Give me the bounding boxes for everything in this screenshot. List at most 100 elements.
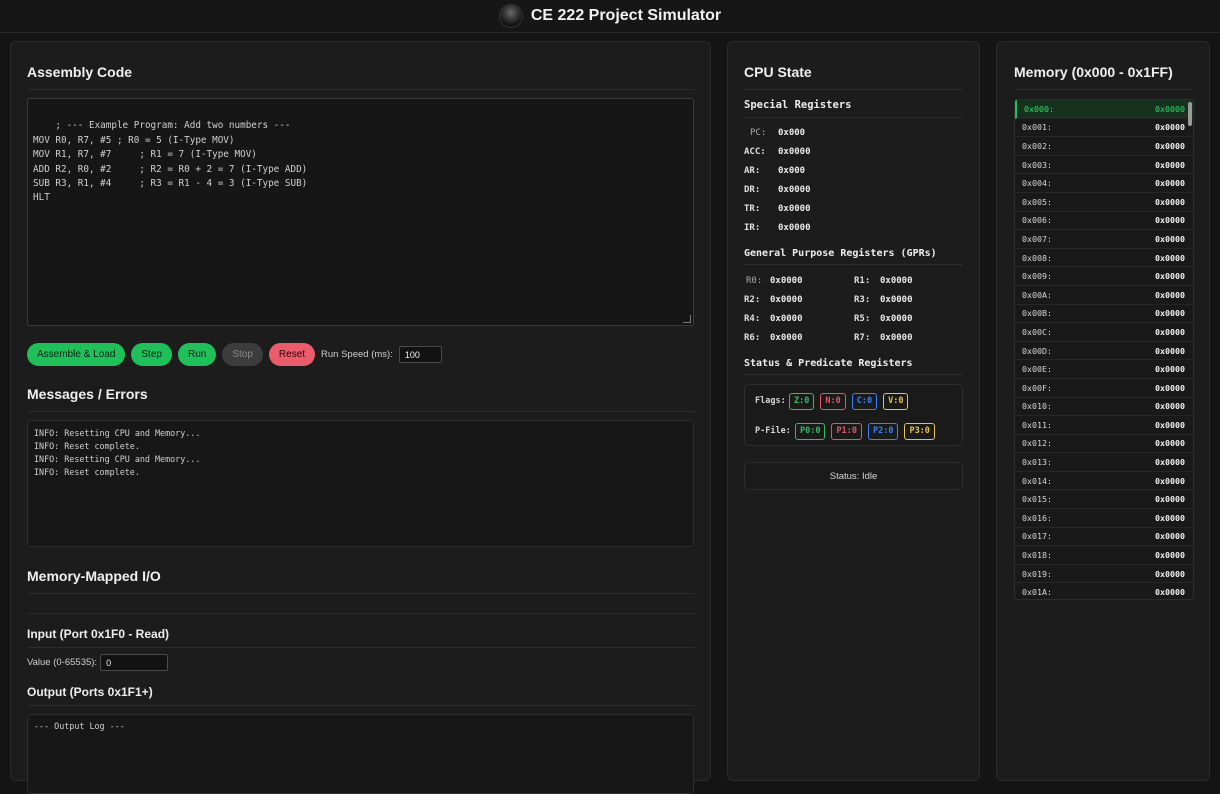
- input-value-field[interactable]: 0: [100, 654, 169, 671]
- gpr-value: 0x0000: [770, 313, 803, 324]
- register-value: 0x0000: [778, 222, 811, 233]
- gpr-value: 0x0000: [880, 332, 913, 343]
- memory-panel: Memory (0x000 - 0x1FF) 0x000: 0x0000 0x001…: [996, 41, 1210, 781]
- app-title: CE 222 Project Simulator: [530, 7, 722, 24]
- step-button[interactable]: Step: [131, 343, 172, 366]
- memory-address: 0x016:: [1022, 512, 1052, 523]
- assembly-code-text: ; --- Example Program: Add two numbers -…: [33, 120, 308, 204]
- memory-row: 0x00A: 0x0000: [1015, 286, 1193, 305]
- memory-row: 0x00B: 0x0000: [1015, 305, 1193, 324]
- reset-button[interactable]: Reset: [268, 343, 316, 366]
- memory-row: 0x00E: 0x0000: [1015, 360, 1193, 379]
- resize-grip-icon[interactable]: [683, 315, 691, 323]
- memory-address: 0x014:: [1022, 475, 1052, 486]
- memory-address: 0x006:: [1022, 215, 1052, 226]
- memory-value: 0x0000: [1155, 308, 1185, 319]
- gpr-r3: R3: 0x0000: [854, 290, 954, 309]
- memory-value: 0x0000: [1155, 475, 1185, 486]
- run-speed-input[interactable]: 100: [398, 346, 442, 363]
- assembly-panel: Assembly Code ; --- Example Program: Add…: [10, 41, 711, 794]
- io-divider: [27, 613, 694, 614]
- pfile-row: P-File: P0:0 P1:0 P2:0 P3:0: [755, 420, 952, 442]
- special-registers-title: Special Registers: [744, 99, 963, 118]
- stop-button[interactable]: Stop: [222, 343, 263, 366]
- register-ir: IR: 0x0000: [744, 218, 811, 237]
- memory-address: 0x00D:: [1022, 345, 1052, 356]
- memory-value: 0x0000: [1155, 178, 1185, 189]
- memory-value: 0x0000: [1155, 364, 1185, 375]
- gpr-name: R3:: [854, 294, 871, 305]
- status-indicator: Status: Idle: [744, 462, 963, 490]
- memory-address: 0x00C:: [1022, 326, 1052, 337]
- gpr-value: 0x0000: [770, 275, 803, 286]
- flag-c-chip: C:0: [851, 392, 878, 410]
- memory-value: 0x0000: [1155, 401, 1185, 412]
- register-name: TR:: [744, 203, 761, 214]
- logo-avatar-icon: [498, 4, 523, 28]
- register-value: 0x000: [778, 165, 806, 176]
- memory-row: 0x002: 0x0000: [1015, 137, 1193, 156]
- memory-address: 0x001:: [1022, 122, 1052, 133]
- memory-row: 0x016: 0x0000: [1015, 509, 1193, 528]
- memory-row: 0x003: 0x0000: [1015, 156, 1193, 175]
- pfile-p0-chip: P0:0: [795, 422, 826, 440]
- memory-value: 0x0000: [1155, 587, 1185, 598]
- memory-row: 0x011: 0x0000: [1015, 416, 1193, 435]
- memory-address: 0x012:: [1022, 438, 1052, 449]
- memory-row: 0x018: 0x0000: [1015, 546, 1193, 565]
- memory-row: 0x015: 0x0000: [1015, 490, 1193, 510]
- memory-value: 0x0000: [1155, 122, 1185, 133]
- memory-row: 0x008: 0x0000: [1015, 249, 1193, 268]
- memory-list[interactable]: 0x000: 0x0000 0x001: 0x0000 0x002: 0x0000 0x00…: [1014, 99, 1194, 600]
- input-port-title: Input (Port 0x1F0 - Read): [27, 627, 694, 648]
- memory-value: 0x0000: [1155, 345, 1185, 356]
- memory-address: 0x010:: [1022, 401, 1052, 412]
- memory-row: 0x019: 0x0000: [1015, 565, 1193, 584]
- memory-value: 0x0000: [1155, 512, 1185, 523]
- flag-n-chip: N:0: [820, 392, 846, 410]
- memory-scrollbar[interactable]: [1188, 102, 1192, 126]
- messages-title: Messages / Errors: [27, 386, 694, 412]
- memory-address: 0x00E:: [1022, 364, 1052, 375]
- flags-label: Flags:: [755, 396, 786, 406]
- memory-address: 0x003:: [1022, 159, 1052, 170]
- memory-row: 0x000: 0x0000: [1015, 100, 1193, 119]
- memory-row: 0x013: 0x0000: [1015, 453, 1193, 472]
- memory-address: 0x002:: [1022, 140, 1052, 151]
- run-button[interactable]: Run: [177, 343, 217, 366]
- register-name: AR:: [744, 165, 761, 176]
- memory-row: 0x014: 0x0000: [1015, 472, 1193, 491]
- memory-value: 0x0000: [1155, 438, 1185, 449]
- flag-z-chip: Z:0: [789, 392, 815, 410]
- output-ports-title: Output (Ports 0x1F1+): [27, 685, 694, 706]
- gpr-r7: R7: 0x0000: [854, 328, 954, 347]
- flag-v-chip: V:0: [883, 392, 909, 410]
- memory-row: 0x001: 0x0000: [1015, 119, 1193, 138]
- io-title: Memory-Mapped I/O: [27, 568, 694, 594]
- gpr-name: R0:: [746, 275, 763, 286]
- gpr-value: 0x0000: [880, 313, 913, 324]
- assembly-title: Assembly Code: [27, 64, 694, 90]
- memory-value: 0x0000: [1155, 103, 1185, 114]
- memory-value: 0x0000: [1155, 233, 1185, 244]
- memory-address: 0x00B:: [1022, 308, 1052, 319]
- register-value: 0x0000: [778, 146, 811, 157]
- output-log: --- Output Log ---: [27, 714, 694, 794]
- memory-value: 0x0000: [1155, 252, 1185, 263]
- assembly-code-editor[interactable]: ; --- Example Program: Add two numbers -…: [27, 98, 694, 326]
- register-name: PC:: [750, 127, 767, 138]
- gpr-grid: R0: 0x0000 R1: 0x0000 R2: 0x0000 R3: 0x0…: [744, 271, 954, 347]
- memory-row: 0x009: 0x0000: [1015, 267, 1193, 286]
- gpr-r2: R2: 0x0000: [744, 290, 854, 309]
- memory-address: 0x011:: [1022, 419, 1052, 430]
- gpr-name: R1:: [854, 275, 871, 286]
- memory-address: 0x005:: [1022, 196, 1052, 207]
- flags-row: Flags: Z:0 N:0 C:0 V:0: [755, 390, 952, 412]
- pfile-label: P-File:: [755, 426, 791, 436]
- register-ar: AR: 0x000: [744, 161, 811, 180]
- assemble-load-button[interactable]: Assemble & Load: [27, 343, 126, 366]
- memory-value: 0x0000: [1155, 457, 1185, 468]
- app-header: CE 222 Project Simulator: [0, 0, 1220, 33]
- memory-row: 0x006: 0x0000: [1015, 212, 1193, 231]
- pfile-p1-chip: P1:0: [831, 422, 862, 440]
